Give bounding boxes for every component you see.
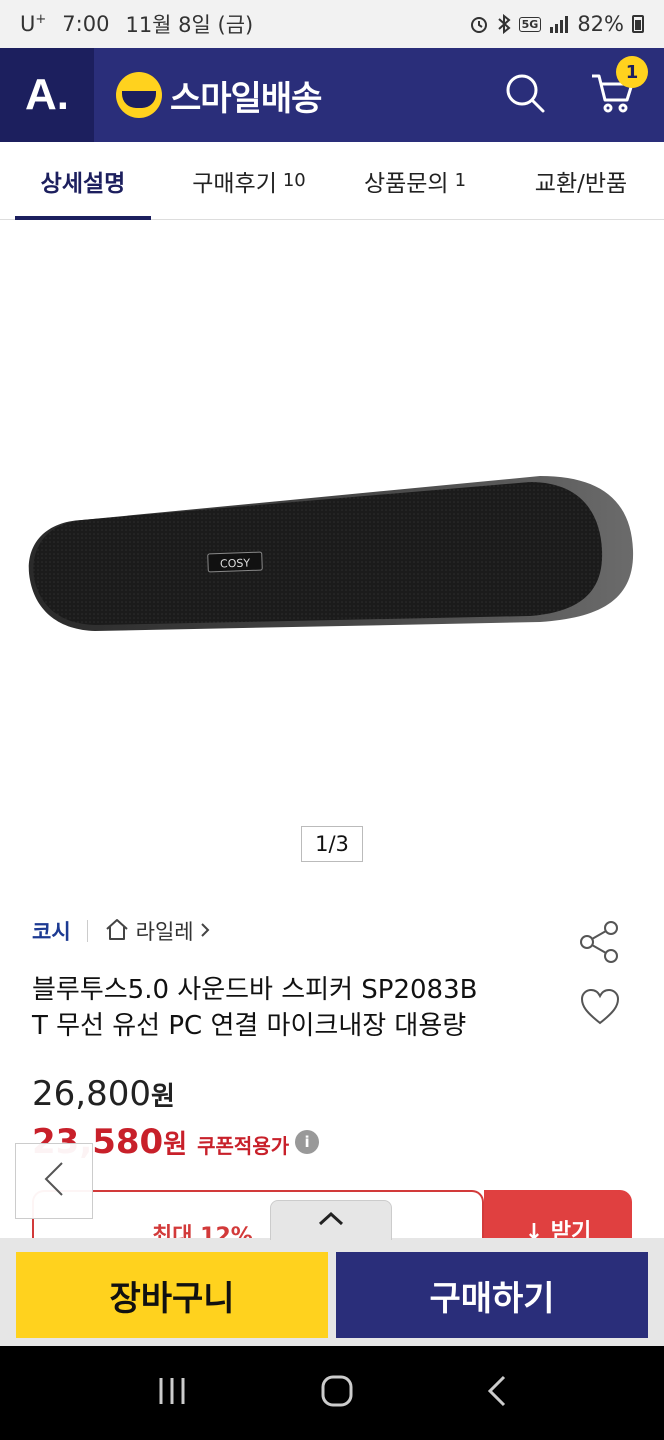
smile-badge-icon	[116, 72, 162, 118]
tab-label: 구매후기	[192, 170, 277, 197]
recent-apps-icon[interactable]	[156, 1376, 188, 1410]
tab-details[interactable]: 상세설명	[0, 142, 166, 220]
shop-link[interactable]: 라일레	[104, 916, 210, 946]
status-date: 11월 8일 (금)	[125, 13, 254, 37]
original-price: 26,800원	[32, 1074, 175, 1114]
share-icon[interactable]	[578, 920, 620, 968]
shop-name: 라일레	[135, 920, 194, 944]
cart-button[interactable]: 1	[590, 56, 648, 118]
alarm-icon	[469, 14, 489, 34]
sale-price-unit: 원	[163, 1130, 188, 1160]
tab-label: 상세설명	[40, 170, 126, 197]
soundbar-image: COSY	[28, 476, 634, 631]
tab-count: 1	[454, 170, 467, 191]
back-nav-icon[interactable]	[486, 1374, 508, 1412]
tab-count: 10	[282, 170, 306, 191]
tab-reviews[interactable]: 구매후기 10	[166, 142, 332, 219]
network-icon: 5G	[518, 16, 542, 32]
divider	[86, 920, 88, 942]
product-title-line: T 무선 유선 PC 연결 마이크내장 대용량	[32, 1011, 467, 1041]
bluetooth-icon	[497, 14, 511, 34]
search-icon[interactable]	[504, 72, 546, 118]
chevron-up-icon	[317, 1211, 345, 1231]
brand-row: 코시 라일레	[32, 916, 210, 946]
brand-link[interactable]: 코시	[32, 916, 71, 946]
status-time: 7:00	[62, 12, 110, 36]
buy-now-button[interactable]: 구매하기	[336, 1252, 648, 1338]
add-to-cart-button[interactable]: 장바구니	[16, 1252, 328, 1338]
carrier-label: U+	[20, 12, 47, 36]
product-tabs: 상세설명 구매후기 10 상품문의 1 교환/반품	[0, 142, 664, 220]
service-name: 스마일배송	[170, 78, 322, 119]
system-nav-bar	[0, 1346, 664, 1440]
product-title-line: 블루투스5.0 사운드바 스피커 SP2083B	[32, 975, 478, 1005]
tab-returns[interactable]: 교환/반품	[498, 142, 664, 219]
image-counter: 1/3	[301, 826, 363, 862]
wishlist-heart-icon[interactable]	[580, 988, 620, 1030]
cart-icon	[590, 74, 634, 118]
home-nav-icon[interactable]	[320, 1374, 354, 1412]
battery-percent: 82%	[577, 12, 624, 36]
chevron-right-icon	[200, 919, 210, 943]
price-unit: 원	[150, 1082, 175, 1112]
tab-label: 상품문의	[363, 170, 449, 197]
signal-icon	[549, 15, 569, 33]
tab-qna[interactable]: 상품문의 1	[332, 142, 498, 219]
coupon-price-label: 쿠폰적용가	[197, 1134, 290, 1158]
tab-label: 교환/반품	[534, 170, 628, 197]
app-header: A. 스마일배송 1	[0, 48, 664, 142]
tray-expand-handle[interactable]	[270, 1200, 392, 1240]
home-icon	[104, 917, 130, 946]
back-button[interactable]	[15, 1143, 93, 1219]
status-bar: U+ 7:00 11월 8일 (금) 5G 82%	[0, 0, 664, 48]
product-image-carousel[interactable]: COSY	[0, 220, 664, 885]
cart-count-badge: 1	[616, 56, 648, 88]
price-value: 26,800	[32, 1074, 151, 1114]
info-icon[interactable]: i	[295, 1130, 320, 1154]
smile-delivery-logo[interactable]: 스마일배송	[116, 71, 322, 120]
auction-logo[interactable]: A.	[0, 48, 94, 142]
chevron-left-icon	[42, 1159, 66, 1203]
product-title: 블루투스5.0 사운드바 스피커 SP2083B T 무선 유선 PC 연결 마…	[32, 972, 552, 1044]
brand-mark: COSY	[220, 556, 251, 570]
battery-icon	[632, 15, 644, 33]
